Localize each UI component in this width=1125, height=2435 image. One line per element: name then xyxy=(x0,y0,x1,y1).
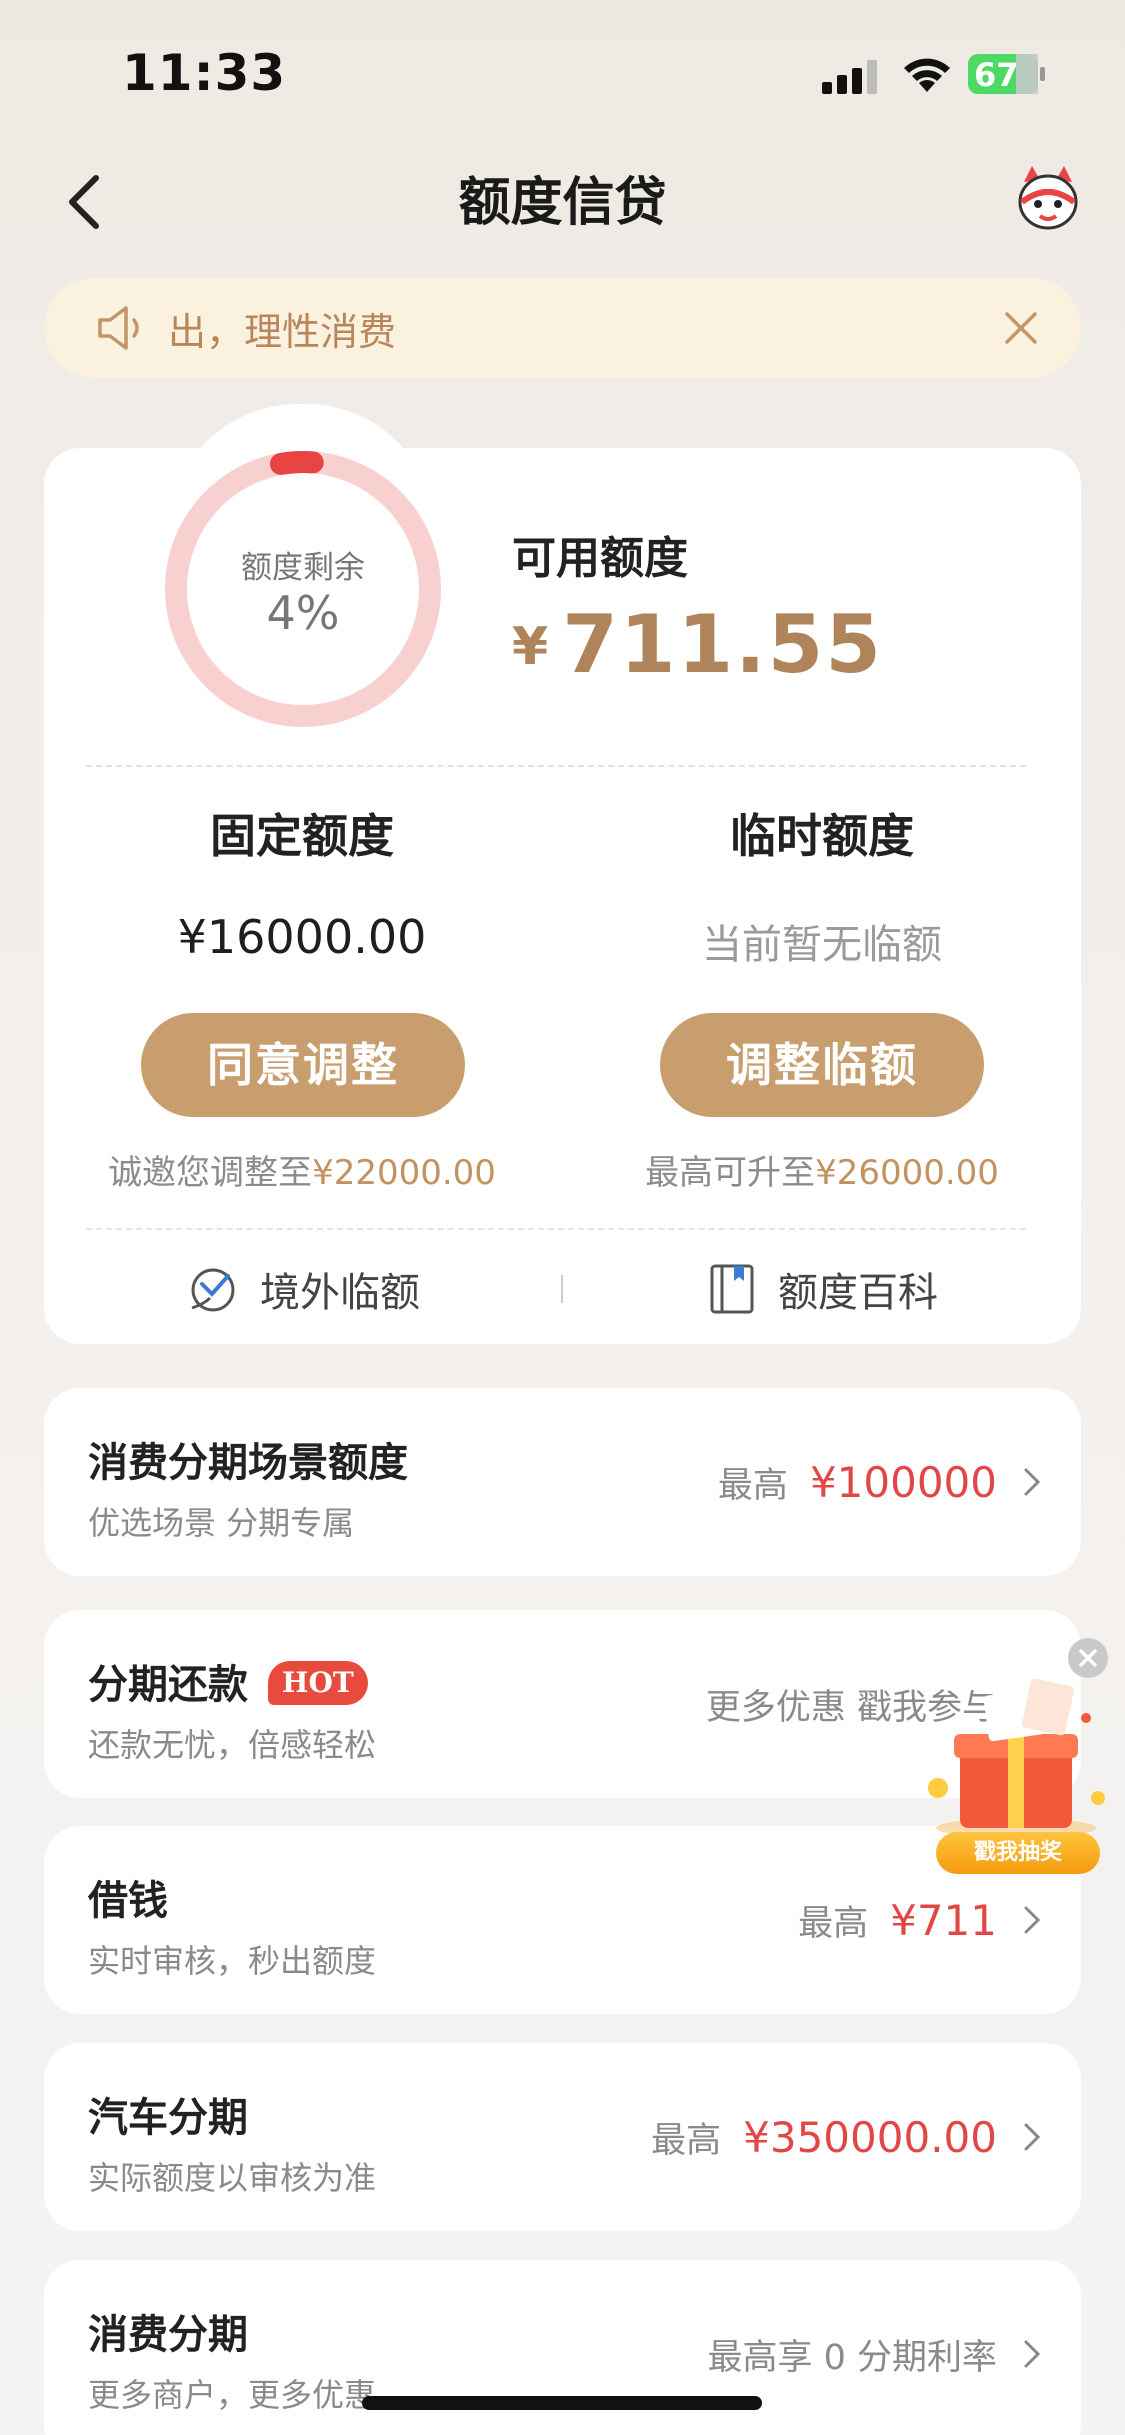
notice-bar[interactable]: 出，理性消费 xyxy=(44,278,1081,378)
fixed-limit-title: 固定额度 xyxy=(210,809,394,863)
row-subtitle: 更多商户，更多优惠 xyxy=(88,2376,377,2414)
row-right-value: ¥711 xyxy=(890,1895,997,1945)
list-item-scene-installment[interactable]: 消费分期场景额度 优选场景 分期专属 最高 ¥100000 xyxy=(44,1388,1081,1576)
status-bar: 11:33 67 xyxy=(0,0,1125,140)
chevron-right-icon xyxy=(1024,2340,1041,2368)
link-separator xyxy=(561,1275,563,1303)
divider xyxy=(86,1228,1026,1230)
available-value: 711.55 xyxy=(562,598,883,691)
row-right: 最高 ¥100000 xyxy=(718,1388,997,1576)
gift-box-icon xyxy=(928,1678,1105,1838)
currency-symbol: ¥ xyxy=(512,617,549,677)
row-subtitle: 优选场景 分期专属 xyxy=(88,1504,355,1542)
temp-limit-status-wrap: 当前暂无临额 xyxy=(582,912,1062,970)
limit-wiki-link[interactable]: 额度百科 xyxy=(708,1260,938,1318)
chevron-right-icon xyxy=(1024,2123,1041,2151)
speaker-icon xyxy=(98,306,139,350)
temp-limit-title: 临时额度 xyxy=(730,809,914,863)
available-amount: ¥711.55 xyxy=(512,598,883,691)
row-title: 汽车分期 xyxy=(88,2095,248,2141)
close-icon[interactable] xyxy=(1001,308,1041,348)
chevron-right-icon xyxy=(1024,1906,1041,1934)
row-right: 最高 ¥350000.00 xyxy=(651,2043,997,2231)
mascot-icon[interactable] xyxy=(1012,162,1084,234)
row-subtitle: 实际额度以审核为准 xyxy=(88,2159,377,2197)
remaining-ring: 额度剩余 4% xyxy=(160,446,446,732)
ring-label: 额度剩余 xyxy=(241,550,365,586)
overseas-limit-link[interactable]: 境外临额 xyxy=(188,1260,420,1318)
fixed-limit-amount-wrap: ¥16000.00 xyxy=(62,910,542,964)
status-time: 11:33 xyxy=(122,44,287,102)
page: 11:33 67 额度信贷 出，理性消费 额度剩余 4% 可用额度 ¥ 711.… xyxy=(0,0,1125,2435)
overseas-limit-label: 境外临额 xyxy=(260,1270,420,1316)
list-item-car-installment[interactable]: 汽车分期 实际额度以审核为准 最高 ¥350000.00 xyxy=(44,2043,1081,2231)
temp-hint-text: 最高可升至 xyxy=(645,1153,816,1193)
row-right-label: 最高 xyxy=(717,1465,788,1506)
temp-hint-amount: ¥26000.00 xyxy=(815,1153,999,1193)
row-title: 借钱 xyxy=(88,1878,168,1924)
available-label: 可用额度 xyxy=(512,533,688,584)
row-title: 消费分期 xyxy=(88,2312,248,2358)
lottery-promo[interactable]: 戳我抽奖 xyxy=(910,1638,1125,1878)
notice-text: 出，理性消费 xyxy=(168,309,397,354)
home-indicator xyxy=(362,2396,762,2410)
row-title: 消费分期场景额度 xyxy=(88,1440,408,1486)
adjust-temp-limit-button[interactable]: 调整临额 xyxy=(660,1013,984,1117)
chevron-right-icon xyxy=(1024,1468,1041,1496)
hot-badge: HOT xyxy=(268,1661,368,1705)
row-right-label: 最高享 0 分期利率 xyxy=(707,2337,997,2378)
ring-percent: 4% xyxy=(266,586,340,640)
signal-icon xyxy=(822,60,877,94)
temp-limit-hint: 最高可升至¥26000.00 xyxy=(542,1145,1102,1194)
wifi-icon xyxy=(904,58,950,92)
row-title-wrap: 分期还款 HOT xyxy=(88,1652,368,1710)
temp-limit-title-wrap: 临时额度 xyxy=(582,800,1062,866)
promo-close-icon[interactable] xyxy=(1068,1638,1108,1678)
row-right-value: ¥350000.00 xyxy=(743,2112,997,2162)
row-right-label: 最高 xyxy=(651,2120,722,2161)
divider xyxy=(86,765,1026,767)
book-icon xyxy=(710,1264,754,1314)
battery-icon: 67 xyxy=(968,54,1046,94)
fixed-limit-amount: ¥16000.00 xyxy=(177,910,427,964)
fixed-hint-amount: ¥22000.00 xyxy=(312,1153,496,1193)
lottery-button[interactable]: 戳我抽奖 xyxy=(936,1832,1100,1874)
row-title: 分期还款 xyxy=(88,1662,248,1708)
row-subtitle: 还款无忧，倍感轻松 xyxy=(88,1726,377,1764)
agree-adjust-button[interactable]: 同意调整 xyxy=(141,1013,465,1117)
battery-level: 67 xyxy=(974,56,1019,94)
row-subtitle: 实时审核，秒出额度 xyxy=(88,1942,377,1980)
fixed-hint-text: 诚邀您调整至 xyxy=(108,1153,313,1193)
row-right-label: 最高 xyxy=(798,1903,869,1944)
globe-plane-icon xyxy=(191,1268,235,1312)
limit-wiki-label: 额度百科 xyxy=(778,1270,938,1316)
page-title: 额度信贷 xyxy=(458,173,667,233)
fixed-limit-title-wrap: 固定额度 xyxy=(62,800,542,866)
fixed-limit-hint: 诚邀您调整至¥22000.00 xyxy=(22,1145,582,1194)
row-right-value: ¥100000 xyxy=(809,1457,997,1507)
nav-bar: 额度信贷 xyxy=(0,140,1125,250)
temp-limit-status: 当前暂无临额 xyxy=(702,922,942,968)
